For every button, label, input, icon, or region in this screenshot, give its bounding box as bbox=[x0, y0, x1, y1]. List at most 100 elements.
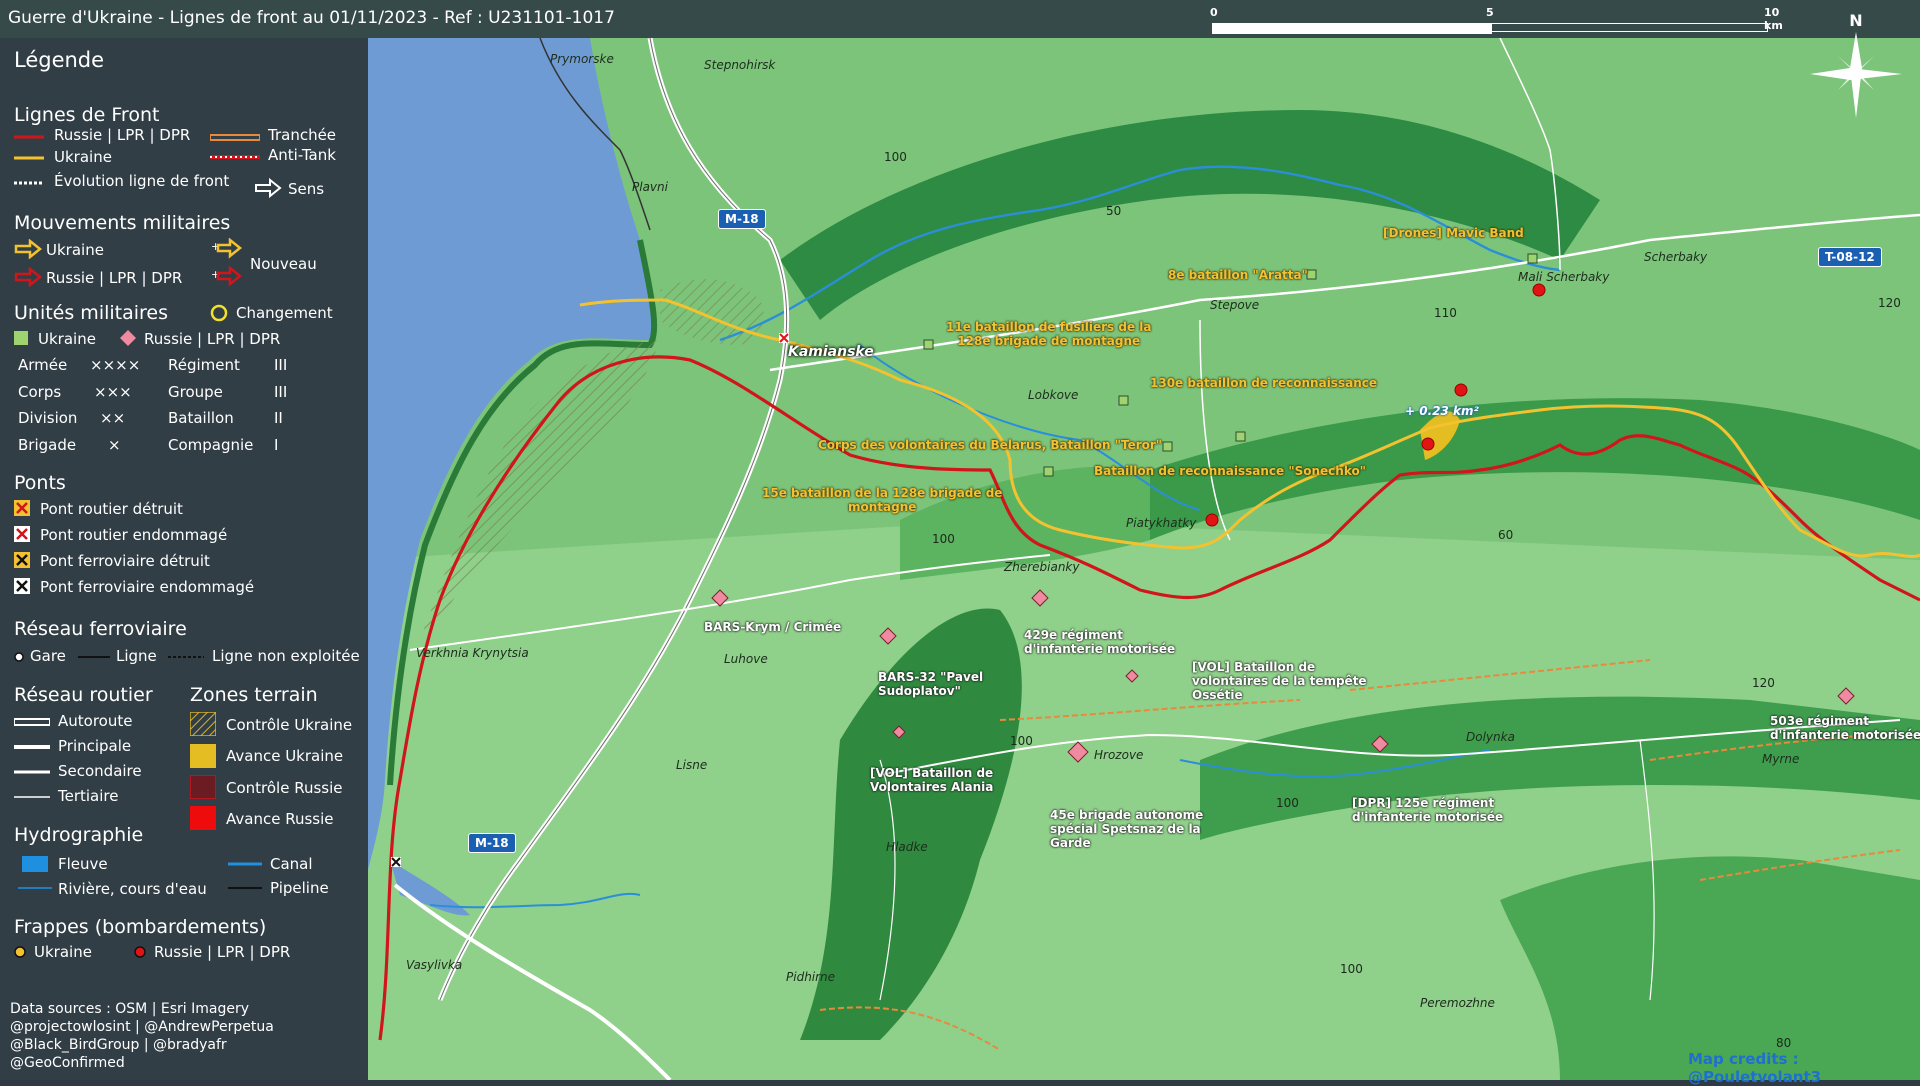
elevation-label: 120 bbox=[1752, 676, 1775, 690]
data-credits: Data sources : OSM | Esri Imagery @proje… bbox=[10, 1000, 274, 1072]
ukr-label-belarus: Corps des volontaires du Belarus, Batail… bbox=[818, 438, 1163, 452]
legend-rail-unused: Ligne non exploitée bbox=[212, 647, 360, 665]
ukr-unit-b130[interactable] bbox=[1118, 395, 1129, 406]
place-mali-scherbaky: Mali Scherbaky bbox=[1518, 270, 1610, 284]
legend-units-ukraine: Ukraine bbox=[38, 330, 96, 348]
legend-rail-station: Gare bbox=[30, 647, 66, 665]
ru-label-125-line1: [DPR] 125e régiment bbox=[1352, 796, 1495, 810]
legend-mov-new: Nouveau bbox=[250, 255, 317, 273]
unit-row-right-sym: II bbox=[274, 409, 283, 427]
ukr-unit-aratta[interactable] bbox=[1306, 269, 1317, 280]
legend-panel: Légende Lignes de Front Russie | LPR | D… bbox=[0, 38, 368, 1080]
legend-movements-heading: Mouvements militaires bbox=[14, 212, 231, 234]
legend-road-2: Principale bbox=[58, 737, 132, 755]
strike-russia-2 bbox=[1532, 283, 1546, 297]
place-hrozove: Hrozove bbox=[1094, 748, 1144, 762]
place-hladke: Hladke bbox=[886, 840, 928, 854]
unit-russia-diamond-icon bbox=[120, 330, 136, 346]
ukr-unit-belarus[interactable] bbox=[1162, 441, 1173, 452]
ukr-label-b11: 11e bataillon de fusiliers de la 128e bri… bbox=[946, 320, 1152, 348]
credit-line: @GeoConfirmed bbox=[10, 1055, 125, 1071]
ukr-unit-sonechko[interactable] bbox=[1235, 431, 1246, 442]
place-luhove: Luhove bbox=[724, 652, 768, 666]
elevation-label: 100 bbox=[1340, 962, 1363, 976]
ru-label-ossetie-line1: [VOL] Bataillon de bbox=[1192, 660, 1316, 674]
ru-label-45-line3: Garde bbox=[1050, 836, 1091, 850]
unit-row-left-sym: ×××× bbox=[90, 356, 141, 374]
arrow-new-icon: + + bbox=[211, 238, 243, 287]
strike-ukraine-icon bbox=[14, 946, 26, 958]
ukr-label-aratta: 8e bataillon "Aratta" bbox=[1168, 268, 1308, 282]
bridge-rail-damaged-icon bbox=[14, 578, 30, 594]
legend-units-change: Changement bbox=[236, 304, 333, 322]
elevation-label: 120 bbox=[1878, 296, 1901, 310]
rail-line-icon bbox=[78, 656, 110, 658]
place-peremozhne: Peremozhne bbox=[1420, 996, 1495, 1010]
ukr-unit-mavic[interactable] bbox=[1527, 253, 1538, 264]
legend-ukraine-line-icon bbox=[14, 156, 44, 160]
bridge-marker-kamianske bbox=[779, 333, 789, 343]
ru-label-429: 429e régiment d'infanterie motorisée bbox=[1024, 628, 1175, 656]
ukr-label-sonechko: Bataillon de reconnaissance "Sonechko" bbox=[1094, 464, 1366, 478]
ukr-unit-b11[interactable] bbox=[923, 339, 934, 350]
rail-unused-icon bbox=[168, 656, 204, 658]
arrow-ukraine-icon bbox=[14, 239, 42, 259]
legend-strikes-heading: Frappes (bombardements) bbox=[14, 916, 267, 938]
ru-label-429-line2: d'infanterie motorisée bbox=[1024, 642, 1176, 656]
scale-bar-filled bbox=[1212, 23, 1492, 34]
ru-label-503: 503e régiment d'infanterie motorisée bbox=[1770, 714, 1920, 742]
pipeline-icon bbox=[228, 887, 262, 889]
legend-units-heading: Unités militaires bbox=[14, 302, 169, 324]
elevation-label: 50 bbox=[1106, 204, 1122, 218]
unit-row-right: Régiment bbox=[168, 356, 240, 374]
ru-label-45-line1: 45e brigade autonome bbox=[1050, 808, 1204, 822]
legend-zone-3: Contrôle Russie bbox=[226, 779, 343, 797]
ru-label-alania: [VOL] Bataillon de Volontaires Alania bbox=[870, 766, 993, 794]
ru-label-bars-krym: BARS-Krym / Crimée bbox=[704, 620, 842, 634]
legend-front-trench: Tranchée bbox=[268, 126, 337, 144]
bridge-road-damaged-icon bbox=[14, 526, 30, 542]
ru-label-ossetie: [VOL] Bataillon de volontaires de la temp… bbox=[1192, 660, 1367, 702]
legend-antitank-icon bbox=[210, 155, 260, 159]
place-vasylivka: Vasylivka bbox=[406, 958, 463, 972]
ru-label-bars32-line2: Sudoplatov" bbox=[878, 684, 961, 698]
station-icon bbox=[14, 652, 24, 662]
place-scherbaky: Scherbaky bbox=[1644, 250, 1708, 264]
ru-label-bars32-line1: BARS-32 "Pavel bbox=[878, 670, 984, 684]
unit-row-right: Compagnie bbox=[168, 436, 254, 454]
bridge-rail-destroyed-icon bbox=[14, 552, 30, 568]
place-stepove: Stepove bbox=[1210, 298, 1260, 312]
zone-russia-advance-icon bbox=[190, 806, 216, 830]
place-plavni: Plavni bbox=[632, 180, 668, 194]
bridge-road-destroyed-icon bbox=[14, 500, 30, 516]
bridge-marker-south bbox=[391, 857, 401, 867]
strike-russia-1 bbox=[1205, 513, 1219, 527]
place-piatykhatky: Piatykhatky bbox=[1126, 516, 1197, 530]
north-label: N bbox=[1849, 11, 1862, 30]
elevation-label: 100 bbox=[1276, 796, 1299, 810]
strike-russia-icon bbox=[134, 946, 146, 958]
unit-row-right: Bataillon bbox=[168, 409, 234, 427]
legend-trench-icon bbox=[210, 134, 260, 141]
map-credit: Map credits : @Pouletvolant3 bbox=[1688, 1050, 1822, 1086]
map-title: Guerre d'Ukraine - Lignes de front au 01… bbox=[8, 8, 615, 28]
elevation-label: 60 bbox=[1498, 528, 1514, 542]
ukr-unit-b15[interactable] bbox=[1043, 466, 1054, 477]
ru-label-ossetie-line2: volontaires de la tempête bbox=[1192, 674, 1367, 688]
ukr-label-b15-line1: 15e bataillon de la 128e brigade de bbox=[762, 486, 1003, 500]
ukr-label-mavic: [Drones] Mavic Band bbox=[1383, 226, 1524, 240]
legend-hydro-big: Fleuve bbox=[58, 855, 108, 873]
river-big-icon bbox=[22, 856, 48, 872]
place-zherebianky: Zherebianky bbox=[1004, 560, 1080, 574]
ru-label-alania-line2: Volontaires Alania bbox=[870, 780, 994, 794]
ukr-label-b15: 15e bataillon de la 128e brigade de monta… bbox=[762, 486, 1002, 514]
ukr-label-b130: 130e bataillon de reconnaissance bbox=[1150, 376, 1377, 390]
legend-title: Légende bbox=[14, 48, 105, 72]
unit-row-left: Brigade bbox=[18, 436, 77, 454]
zone-russia-control-icon bbox=[190, 775, 216, 799]
place-stepnohirsk: Stepnohirsk bbox=[704, 58, 776, 72]
legend-strike-ukraine: Ukraine bbox=[34, 943, 92, 961]
legend-front-russia: Russie | LPR | DPR bbox=[54, 126, 191, 144]
legend-rail-heading: Réseau ferroviaire bbox=[14, 618, 187, 640]
unit-ukraine-square-icon bbox=[14, 331, 28, 345]
